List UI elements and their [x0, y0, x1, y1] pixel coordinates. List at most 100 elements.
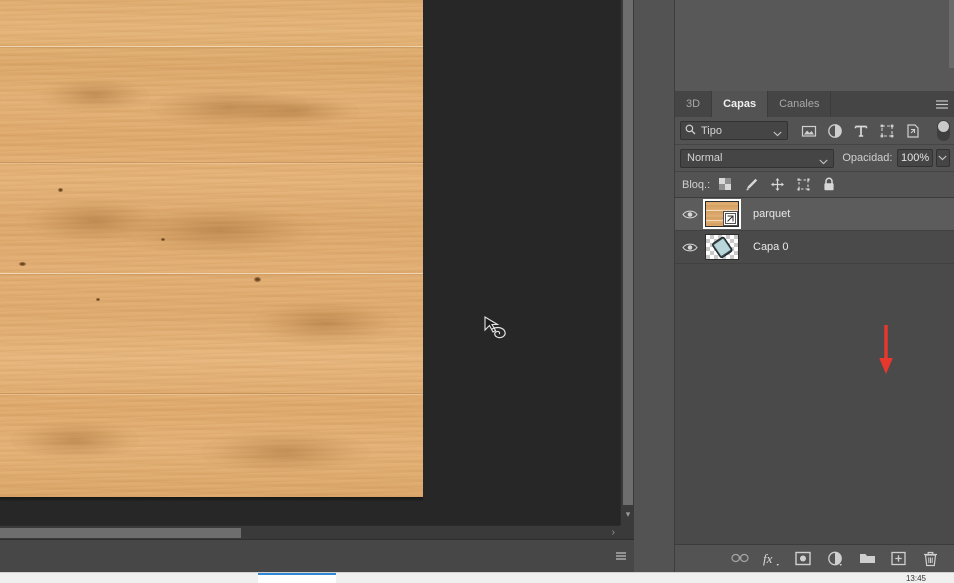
photoshop-window: ▾ › 3D Capas Canales Tipo Normal Opacida…	[0, 0, 954, 583]
smart-object-badge	[723, 211, 738, 226]
layer-filter-type-label: Tipo	[701, 124, 722, 137]
scrollbar-corner	[620, 525, 634, 539]
plank-seam	[0, 273, 423, 274]
layer-visibility-toggle[interactable]	[675, 198, 705, 230]
lock-artboard-nesting-icon[interactable]	[796, 177, 811, 192]
table-row[interactable]: parquet	[675, 198, 954, 231]
layer-thumbnail-wrap[interactable]	[703, 199, 743, 229]
fx-icon[interactable]: fx	[763, 551, 779, 567]
svg-text:fx: fx	[763, 551, 773, 566]
taskbar-clock: 13:45	[905, 574, 926, 583]
canvas-horizontal-scrollbar[interactable]: ›	[0, 525, 620, 540]
layer-thumbnail-wrap[interactable]	[705, 233, 743, 261]
wood-dark-knot	[19, 262, 26, 266]
blend-mode-value: Normal	[687, 152, 723, 164]
new-layer-icon[interactable]	[891, 551, 907, 567]
tab-capas[interactable]: Capas	[712, 91, 769, 117]
lock-label: Bloq.:	[682, 178, 711, 191]
eye-icon	[682, 210, 698, 218]
layer-visibility-toggle[interactable]	[675, 231, 705, 263]
layers-panel-body: Tipo Normal Opacidad: 100% Bloq.: parque…	[675, 117, 954, 572]
layer-filter-type-select[interactable]: Tipo	[680, 121, 788, 140]
eye-icon	[682, 243, 698, 251]
smart-object-filter-icon[interactable]	[905, 123, 921, 139]
layer-name[interactable]: parquet	[753, 208, 790, 220]
layer-name[interactable]: Capa 0	[753, 241, 788, 253]
pixel-layer-filter-icon[interactable]	[801, 123, 817, 139]
table-row[interactable]: Capa 0	[675, 231, 954, 264]
opacity-label: Opacidad:	[842, 152, 893, 164]
lock-image-pixels-icon[interactable]	[744, 177, 759, 192]
layers-bottom-toolbar: fx	[675, 544, 954, 572]
dock-collapsed-rail[interactable]	[634, 0, 674, 572]
horizontal-scroll-thumb[interactable]	[0, 528, 241, 538]
wood-knot	[40, 78, 150, 112]
taskbar-active-window-button[interactable]	[258, 573, 336, 583]
transparent-phone-thumbnail[interactable]	[705, 234, 739, 260]
layer-filter-row: Tipo	[675, 117, 954, 145]
opacity-input[interactable]: 100%	[897, 149, 933, 167]
mask-icon[interactable]	[795, 551, 811, 567]
plank-seam	[0, 162, 423, 163]
shape-layer-filter-icon[interactable]	[879, 123, 895, 139]
scroll-down-arrow-icon[interactable]: ▾	[621, 510, 635, 519]
chevron-down-icon[interactable]	[819, 156, 828, 168]
lock-icons	[718, 177, 837, 192]
wood-knot	[200, 430, 370, 474]
adjustment-circle-icon[interactable]	[827, 551, 843, 567]
wood-dark-knot	[96, 298, 100, 301]
link-icon[interactable]	[731, 551, 749, 567]
wood-parquet-thumbnail[interactable]	[703, 199, 741, 229]
document-canvas-area[interactable]	[0, 0, 620, 525]
artboard-parquet[interactable]	[0, 0, 423, 497]
dock-upper-content	[675, 0, 949, 91]
canvas-vertical-scrollbar[interactable]: ▾	[620, 0, 635, 525]
tab-3d[interactable]: 3D	[675, 91, 713, 117]
status-strip	[0, 539, 634, 573]
layers-panel: 3D Capas Canales Tipo Normal Opacidad: 1…	[674, 91, 954, 572]
opacity-stepper-chevron[interactable]	[935, 149, 950, 167]
lasso-cursor	[483, 315, 509, 343]
type-layer-filter-icon[interactable]	[853, 123, 869, 139]
artboard-shadow	[0, 497, 423, 502]
tab-capas-label: Capas	[723, 98, 757, 110]
lock-all-icon[interactable]	[822, 177, 837, 192]
os-taskbar[interactable]: 13:45	[0, 572, 954, 583]
lock-row: Bloq.:	[675, 172, 954, 198]
dock-upper-scrollbar[interactable]	[949, 0, 954, 68]
scroll-right-arrow-icon[interactable]: ›	[612, 526, 615, 540]
wood-knot	[10, 420, 140, 460]
plank-seam	[0, 393, 423, 394]
wood-knot	[250, 300, 400, 346]
tab-3d-label: 3D	[686, 98, 701, 110]
lock-transparent-pixels-icon[interactable]	[718, 177, 733, 192]
dock-upper-empty-panel[interactable]	[674, 0, 954, 91]
vertical-scroll-thumb[interactable]	[623, 0, 633, 505]
right-dock: 3D Capas Canales Tipo Normal Opacidad: 1…	[634, 0, 954, 572]
dock-divider	[674, 0, 675, 572]
blend-mode-select[interactable]: Normal	[680, 148, 835, 168]
filter-toggle-knob	[938, 121, 949, 132]
panel-menu-icon[interactable]	[935, 98, 949, 110]
blend-mode-row: Normal Opacidad: 100%	[675, 145, 954, 172]
panel-tabbar: 3D Capas Canales	[675, 91, 954, 117]
wood-dark-knot	[161, 238, 165, 241]
tab-canales-label: Canales	[779, 98, 820, 110]
chevron-down-icon[interactable]	[773, 128, 782, 140]
wood-knot	[230, 96, 360, 126]
wood-dark-knot	[254, 277, 261, 282]
status-menu-icon[interactable]	[614, 549, 628, 563]
layer-filter-icons	[801, 123, 921, 139]
adjustment-layer-filter-icon[interactable]	[827, 123, 843, 139]
trash-icon[interactable]	[923, 551, 939, 567]
red-down-arrow-annotation	[877, 325, 895, 375]
folder-icon[interactable]	[859, 551, 875, 567]
wood-dark-knot	[58, 188, 63, 192]
lock-position-icon[interactable]	[770, 177, 785, 192]
plank-seam	[0, 46, 423, 47]
tab-canales[interactable]: Canales	[768, 91, 832, 117]
filter-toggle-switch[interactable]	[937, 120, 950, 141]
wood-knot	[120, 205, 320, 255]
search-icon	[685, 124, 696, 138]
layers-list[interactable]: parquet Capa 0	[675, 198, 954, 548]
